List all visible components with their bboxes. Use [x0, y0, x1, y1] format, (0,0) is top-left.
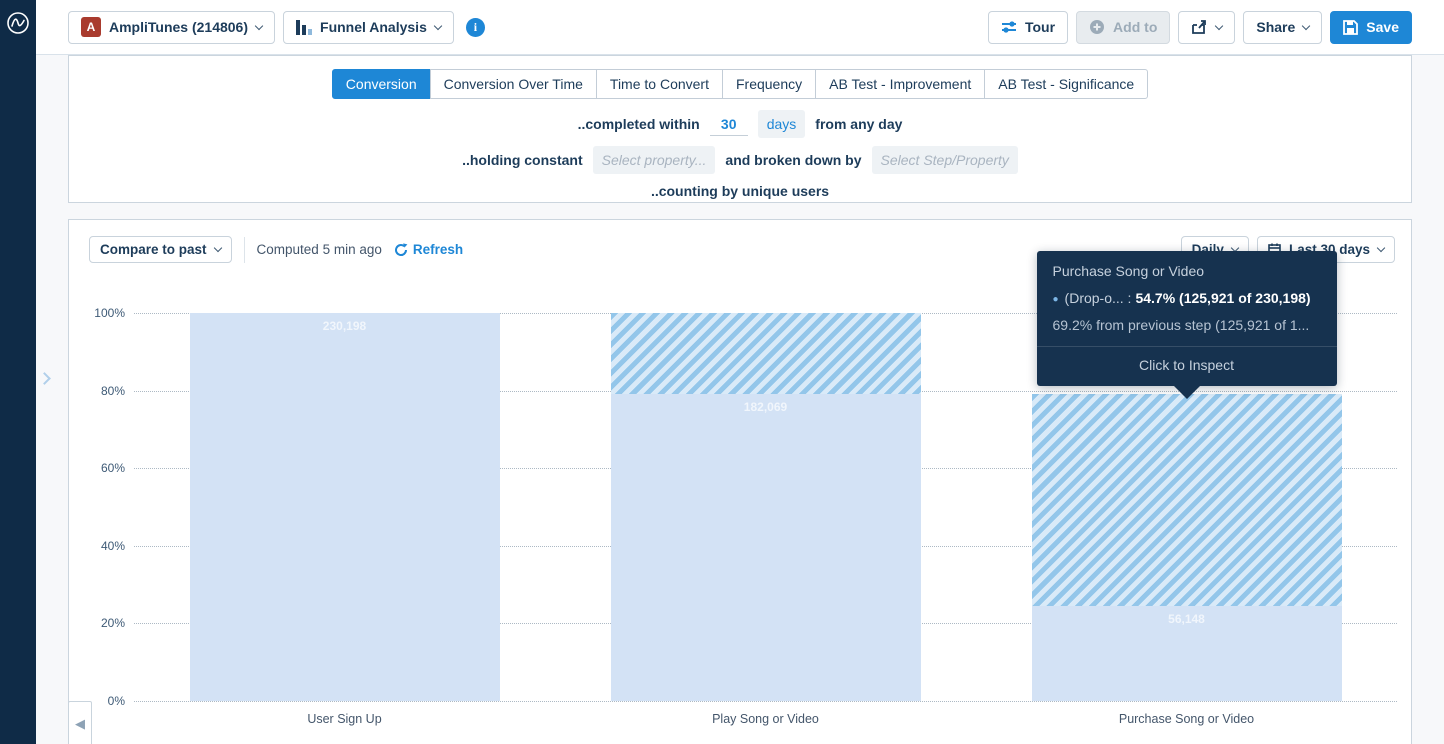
left-nav-rail: [0, 0, 36, 744]
chart-type-tabs: ConversionConversion Over TimeTime to Co…: [69, 69, 1411, 99]
counting-by-label: ..counting by unique users: [651, 183, 829, 199]
chart-tooltip[interactable]: Purchase Song or Video ● (Drop-o... :54.7…: [1037, 251, 1337, 386]
window-unit-select[interactable]: days: [758, 110, 806, 138]
dropoff-segment-purchase-song-or-video[interactable]: [1032, 394, 1342, 606]
tour-button[interactable]: Tour: [988, 11, 1068, 44]
previous-page-button[interactable]: ◀: [68, 701, 92, 744]
x-axis-label: Play Song or Video: [616, 712, 916, 726]
divider: [244, 237, 245, 263]
tooltip-title: Purchase Song or Video: [1053, 263, 1321, 279]
bar-count-label: 56,148: [1032, 612, 1342, 626]
analysis-type-selector[interactable]: Funnel Analysis: [283, 11, 454, 44]
add-to-button[interactable]: Add to: [1076, 11, 1170, 44]
left-triangle-icon: ◀: [75, 716, 85, 732]
breakdown-select[interactable]: Select Step/Property: [872, 146, 1018, 174]
tour-label: Tour: [1025, 19, 1055, 35]
dropoff-segment-play-song-or-video[interactable]: [611, 313, 921, 394]
series-dot-icon: ●: [1053, 294, 1059, 305]
bar-count-label: 182,069: [611, 400, 921, 414]
refresh-icon: [394, 243, 408, 257]
query-panel: ConversionConversion Over TimeTime to Co…: [68, 55, 1412, 203]
expand-sidebar-chevron[interactable]: [40, 370, 49, 388]
save-label: Save: [1366, 19, 1399, 35]
computed-timestamp: Computed 5 min ago: [257, 242, 382, 257]
bar-count-label: 230,198: [190, 319, 500, 333]
chevron-down-icon: [1302, 21, 1310, 29]
tab-time-to-convert[interactable]: Time to Convert: [596, 69, 723, 99]
project-selector[interactable]: A AmpliTunes (214806): [68, 11, 275, 44]
share-button[interactable]: Share: [1243, 11, 1322, 44]
gridline: [134, 701, 1397, 702]
info-icon[interactable]: i: [466, 18, 485, 37]
project-label: AmpliTunes (214806): [109, 19, 248, 35]
export-icon: [1191, 19, 1208, 35]
tooltip-series-prefix: (Drop-o... :: [1065, 290, 1132, 306]
y-tick-label: 20%: [101, 616, 125, 630]
chevron-down-icon: [434, 21, 442, 29]
compare-label: Compare to past: [100, 242, 207, 257]
y-tick-label: 80%: [101, 384, 125, 398]
chart-panel: Compare to past Computed 5 min ago Refre…: [68, 219, 1412, 744]
plus-circle-icon: [1089, 19, 1105, 35]
y-tick-label: 40%: [101, 539, 125, 553]
tooltip-secondary-line: 69.2% from previous step (125,921 of 1..…: [1053, 317, 1321, 346]
share-label: Share: [1256, 19, 1295, 35]
click-to-inspect[interactable]: Click to Inspect: [1037, 346, 1337, 386]
y-tick-label: 0%: [108, 694, 125, 708]
completed-within-row: ..completed within days from any day: [69, 110, 1411, 138]
save-floppy-icon: [1343, 20, 1358, 35]
x-axis-labels: User Sign Up Play Song or Video Purchase S…: [134, 712, 1397, 732]
funnel-bar-user-sign-up[interactable]: [190, 313, 500, 701]
holding-constant-label: ..holding constant: [462, 152, 583, 168]
tab-conversion-over-time[interactable]: Conversion Over Time: [430, 69, 597, 99]
save-button[interactable]: Save: [1330, 11, 1412, 44]
sliders-icon: [1001, 20, 1017, 34]
export-button[interactable]: [1178, 11, 1235, 44]
refresh-button[interactable]: Refresh: [394, 242, 463, 257]
compare-to-past-button[interactable]: Compare to past: [89, 236, 232, 263]
chevron-down-icon: [1215, 21, 1223, 29]
analysis-type-label: Funnel Analysis: [320, 19, 427, 35]
tab-conversion[interactable]: Conversion: [332, 69, 431, 99]
chevron-down-icon: [1377, 244, 1385, 252]
project-badge: A: [81, 17, 101, 37]
holding-constant-row: ..holding constant Select property... an…: [69, 146, 1411, 174]
tab-ab-test-improvement[interactable]: AB Test - Improvement: [815, 69, 985, 99]
tab-frequency[interactable]: Frequency: [722, 69, 816, 99]
refresh-label: Refresh: [413, 242, 463, 257]
x-axis-label: User Sign Up: [195, 712, 495, 726]
top-toolbar: A AmpliTunes (214806) Funnel Analysis i …: [36, 0, 1444, 55]
chevron-down-icon: [255, 21, 263, 29]
amplitude-logo-icon[interactable]: [6, 11, 30, 35]
y-tick-label: 100%: [94, 306, 125, 320]
funnel-bar-play-song-or-video[interactable]: [611, 394, 921, 701]
tooltip-series-value: 54.7% (125,921 of 230,198): [1135, 290, 1310, 306]
funnel-analysis-icon: [296, 20, 312, 35]
holding-constant-select[interactable]: Select property...: [593, 146, 716, 174]
add-to-label: Add to: [1113, 19, 1157, 35]
completed-within-label: ..completed within: [578, 116, 700, 132]
tab-ab-test-significance[interactable]: AB Test - Significance: [984, 69, 1148, 99]
counting-by-row: ..counting by unique users: [69, 183, 1411, 199]
x-axis-label: Purchase Song or Video: [1037, 712, 1337, 726]
from-any-day-label: from any day: [815, 116, 902, 132]
chevron-down-icon: [213, 244, 221, 252]
y-tick-label: 60%: [101, 461, 125, 475]
window-size-input[interactable]: [710, 113, 748, 136]
broken-down-by-label: and broken down by: [725, 152, 861, 168]
tooltip-series-line: ● (Drop-o... :54.7% (125,921 of 230,198): [1053, 290, 1321, 306]
app-root: A AmpliTunes (214806) Funnel Analysis i …: [0, 0, 1444, 744]
